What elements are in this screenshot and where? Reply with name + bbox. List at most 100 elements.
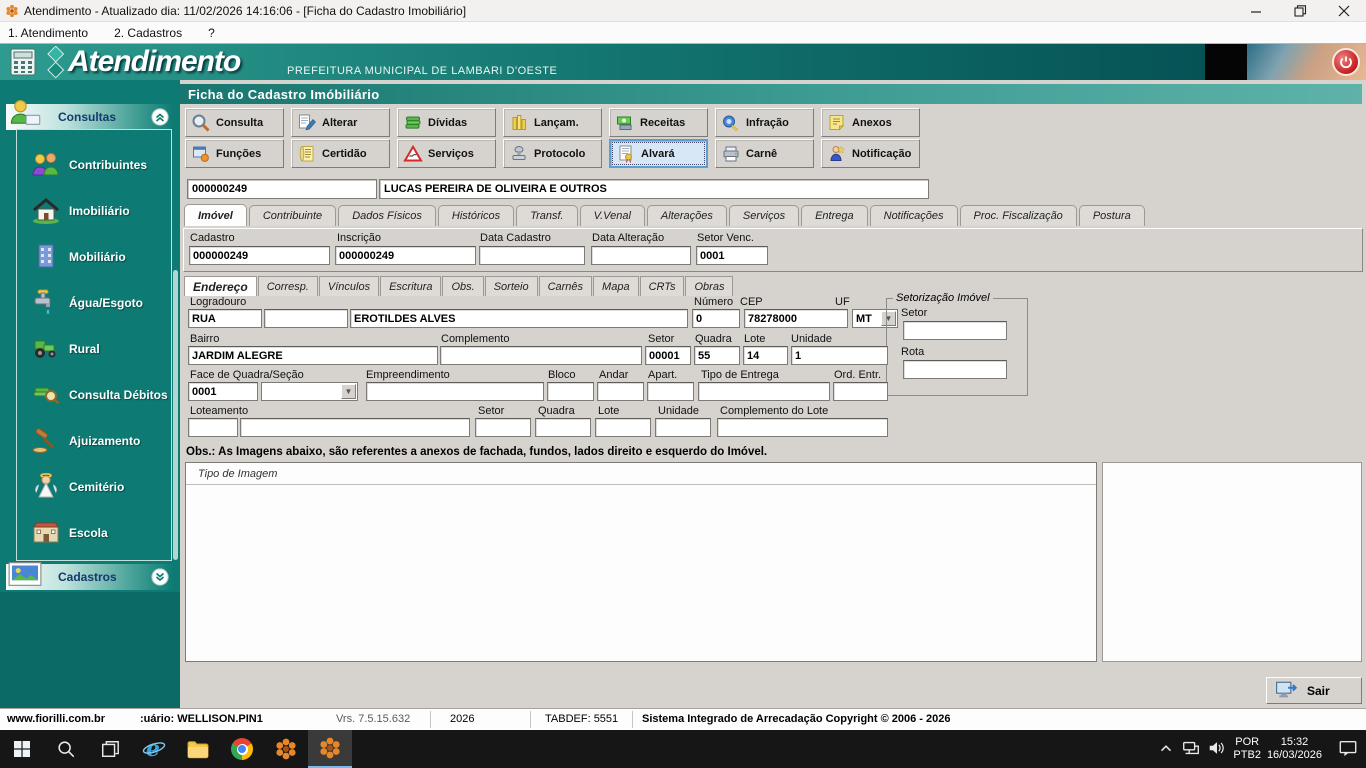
- images-table[interactable]: Tipo de Imagem: [185, 462, 1097, 662]
- carne-button[interactable]: Carnê: [715, 139, 814, 168]
- sidebar-group-consultas[interactable]: Consultas: [6, 99, 174, 130]
- subtab-vinculos[interactable]: Vínculos: [318, 276, 380, 296]
- close-button[interactable]: [1322, 0, 1366, 22]
- tab-transf[interactable]: Transf.: [516, 205, 578, 226]
- sair-button[interactable]: Sair: [1266, 677, 1362, 704]
- logradouro-titulo-field[interactable]: [264, 309, 348, 328]
- subtab-corresp[interactable]: Corresp.: [257, 276, 318, 296]
- apart-field[interactable]: [647, 382, 694, 401]
- bairro-field[interactable]: [188, 346, 438, 365]
- compl-lote-field[interactable]: [717, 418, 888, 437]
- infracao-button[interactable]: Infração: [715, 108, 814, 137]
- subtab-escritura[interactable]: Escritura: [380, 276, 442, 296]
- action-center-icon[interactable]: [1338, 738, 1358, 761]
- subtab-sorteio[interactable]: Sorteio: [484, 276, 538, 296]
- menu-cadastros[interactable]: 2. Cadastros: [114, 26, 182, 40]
- tab-dados-fisicos[interactable]: Dados Físicos: [338, 205, 436, 226]
- logradouro-nome-field[interactable]: [350, 309, 688, 328]
- sidebar-scrollbar[interactable]: [173, 270, 178, 560]
- lote-field[interactable]: [743, 346, 788, 365]
- data-alteracao-field[interactable]: [591, 246, 691, 265]
- volume-icon[interactable]: [1207, 738, 1227, 761]
- lote2-field[interactable]: [595, 418, 651, 437]
- quadra-field[interactable]: [694, 346, 740, 365]
- record-name-field[interactable]: LUCAS PEREIRA DE OLIVEIRA E OUTROS: [379, 179, 929, 199]
- setor-field[interactable]: [645, 346, 691, 365]
- subtab-carnes[interactable]: Carnês: [538, 276, 593, 296]
- fiorilli-app-icon[interactable]: [264, 730, 308, 768]
- alvara-button[interactable]: Alvará: [609, 139, 708, 168]
- data-cadastro-field[interactable]: [479, 246, 585, 265]
- sidebar-item-contribuintes[interactable]: Contribuintes: [17, 142, 171, 188]
- tab-postura[interactable]: Postura: [1078, 205, 1145, 226]
- subtab-mapa[interactable]: Mapa: [593, 276, 639, 296]
- tab-alteracoes[interactable]: Alterações: [646, 205, 727, 226]
- task-view-icon[interactable]: [88, 730, 132, 768]
- start-button[interactable]: [0, 730, 44, 768]
- complemento-field[interactable]: [440, 346, 642, 365]
- cadastro-field[interactable]: [189, 246, 330, 265]
- receitas-button[interactable]: Receitas: [609, 108, 708, 137]
- andar-field[interactable]: [597, 382, 644, 401]
- tab-proc-fiscalizacao[interactable]: Proc. Fiscalização: [959, 205, 1077, 226]
- dividas-button[interactable]: Dívidas: [397, 108, 496, 137]
- lancamentos-button[interactable]: Lançam.: [503, 108, 602, 137]
- subtab-crts[interactable]: CRTs: [639, 276, 685, 296]
- tray-clock[interactable]: 15:32 16/03/2026: [1267, 736, 1322, 762]
- file-explorer-icon[interactable]: [176, 730, 220, 768]
- combo-arrow-icon[interactable]: ▼: [341, 384, 356, 399]
- certidao-button[interactable]: Certidão: [291, 139, 390, 168]
- sidebar-item-escola[interactable]: Escola: [17, 510, 171, 556]
- sidebar-item-mobiliario[interactable]: Mobiliário: [17, 234, 171, 280]
- anexos-button[interactable]: Anexos: [821, 108, 920, 137]
- setorizacao-setor-field[interactable]: [903, 321, 1007, 340]
- setorizacao-rota-field[interactable]: [903, 360, 1007, 379]
- unidade2-field[interactable]: [655, 418, 711, 437]
- cep-field[interactable]: [744, 309, 848, 328]
- tab-contribuinte[interactable]: Contribuinte: [248, 205, 337, 226]
- chevron-up-icon[interactable]: [151, 108, 169, 126]
- sidebar-item-agua-esgoto[interactable]: Água/Esgoto: [17, 280, 171, 326]
- tray-chevron-up-icon[interactable]: [1157, 739, 1175, 760]
- empreendimento-field[interactable]: [366, 382, 544, 401]
- face-quadra-field[interactable]: [188, 382, 258, 401]
- subtab-obs[interactable]: Obs.: [442, 276, 484, 296]
- servicos-button[interactable]: Serviços: [397, 139, 496, 168]
- setor-venc-field[interactable]: [696, 246, 768, 265]
- tab-entrega[interactable]: Entrega: [801, 205, 868, 226]
- chrome-icon[interactable]: [220, 730, 264, 768]
- sidebar-item-imobiliario[interactable]: Imobiliário: [17, 188, 171, 234]
- menu-help[interactable]: ?: [208, 26, 215, 40]
- ord-entr-field[interactable]: [833, 382, 888, 401]
- subtab-endereco[interactable]: Endereço: [184, 276, 257, 296]
- subtab-obras[interactable]: Obras: [685, 276, 734, 296]
- setor2-field[interactable]: [475, 418, 531, 437]
- unidade-field[interactable]: [791, 346, 888, 365]
- tab-notificacoes[interactable]: Notificações: [869, 205, 958, 226]
- restore-button[interactable]: [1278, 0, 1322, 22]
- sidebar-item-ajuizamento[interactable]: Ajuizamento: [17, 418, 171, 464]
- tab-vvenal[interactable]: V.Venal: [579, 205, 645, 226]
- internet-explorer-icon[interactable]: e: [132, 730, 176, 768]
- alterar-button[interactable]: Alterar: [291, 108, 390, 137]
- minimize-button[interactable]: [1234, 0, 1278, 22]
- tab-historicos[interactable]: Históricos: [437, 205, 515, 226]
- tab-servicos[interactable]: Serviços: [728, 205, 800, 226]
- numero-field[interactable]: [692, 309, 740, 328]
- funcoes-button[interactable]: Funções: [185, 139, 284, 168]
- notificacao-button[interactable]: Notificação: [821, 139, 920, 168]
- quadra2-field[interactable]: [535, 418, 591, 437]
- sidebar-item-rural[interactable]: Rural: [17, 326, 171, 372]
- tray-language[interactable]: POR PTB2: [1233, 736, 1261, 762]
- sidebar-item-cemiterio[interactable]: Cemitério: [17, 464, 171, 510]
- bloco-field[interactable]: [547, 382, 594, 401]
- consulta-button[interactable]: Consulta: [185, 108, 284, 137]
- tipo-entrega-field[interactable]: [698, 382, 830, 401]
- sidebar-item-consulta-debitos[interactable]: Consulta Débitos: [17, 372, 171, 418]
- network-icon[interactable]: [1181, 738, 1201, 761]
- record-code-field[interactable]: 000000249: [187, 179, 377, 199]
- face-quadra-select[interactable]: ▼: [261, 382, 358, 401]
- chevron-down-icon[interactable]: [151, 568, 169, 586]
- sidebar-group-cadastros[interactable]: Cadastros: [6, 562, 174, 590]
- loteamento-cod-field[interactable]: [188, 418, 238, 437]
